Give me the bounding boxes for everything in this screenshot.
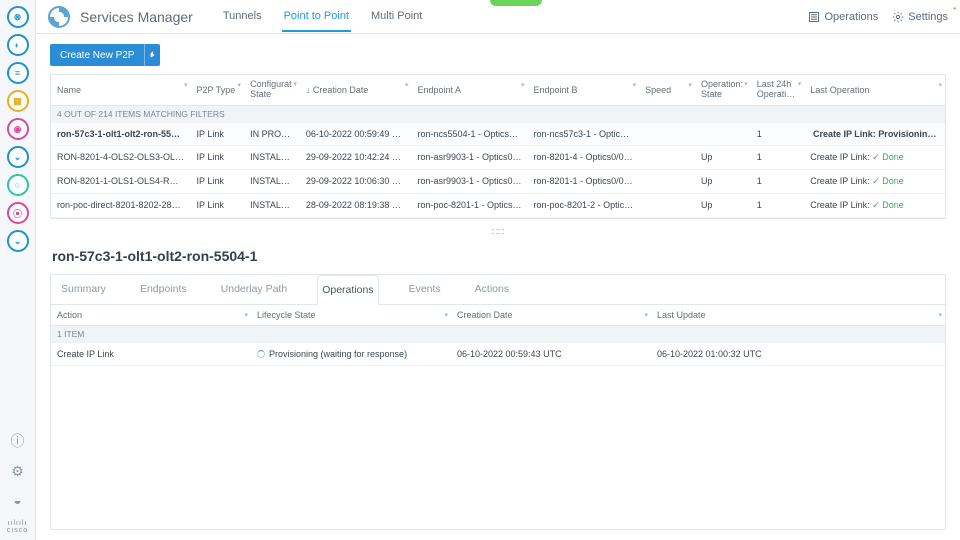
gear-icon bbox=[892, 11, 904, 23]
top-tabs: Tunnels Point to Point Multi Point bbox=[221, 2, 425, 32]
left-rail: ⊗ ◐ ≡ ▦ ◉ ⌄ ○ ⦿ ⌄ ⓘ ⚙ ◒ ıılıılıcısco bbox=[0, 0, 36, 540]
subtab-endpoints[interactable]: Endpoints bbox=[136, 275, 191, 304]
nav-icon-1[interactable]: ⊗ bbox=[7, 6, 29, 28]
nav-icon-7[interactable]: ○ bbox=[7, 174, 29, 196]
ops-col-life[interactable]: Lifecycle State▾ bbox=[251, 305, 451, 326]
nav-icon-4[interactable]: ▦ bbox=[7, 90, 29, 112]
detail-panel: Summary Endpoints Underlay Path Operatio… bbox=[50, 274, 946, 530]
col-ops[interactable]: Operation: State▾ bbox=[695, 75, 751, 105]
user-icon[interactable]: ◒ bbox=[13, 492, 21, 508]
col-lastop[interactable]: Last Operation▾ bbox=[804, 75, 945, 105]
col-name[interactable]: Name▾ bbox=[51, 75, 191, 105]
nav-icon-2[interactable]: ◐ bbox=[7, 34, 29, 56]
nav-icon-6[interactable]: ⌄ bbox=[7, 146, 29, 168]
corner-dot: • bbox=[953, 4, 956, 13]
create-p2p-label: Create New P2P bbox=[50, 50, 144, 61]
recording-indicator bbox=[490, 0, 542, 6]
create-p2p-button[interactable]: Create New P2P bbox=[50, 44, 160, 66]
subtab-operations[interactable]: Operations bbox=[317, 275, 378, 305]
tab-tunnels[interactable]: Tunnels bbox=[221, 2, 264, 32]
table-row[interactable]: RON-8201-1-OLS1-OLS4-RON-…IP LinkINSTALL… bbox=[51, 169, 945, 193]
ops-col-action[interactable]: Action▾ bbox=[51, 305, 251, 326]
table-row[interactable]: ron-poc-direct-8201-8202-2809…IP LinkINS… bbox=[51, 193, 945, 217]
nav-icon-5[interactable]: ◉ bbox=[7, 118, 29, 140]
tab-multipoint[interactable]: Multi Point bbox=[369, 2, 424, 32]
operations-table: Action▾ Lifecycle State▾ Creation Date▾ … bbox=[51, 305, 945, 366]
detail-tabs: Summary Endpoints Underlay Path Operatio… bbox=[51, 275, 945, 305]
app-title: Services Manager bbox=[80, 9, 193, 25]
col-date[interactable]: ↓ Creation Date▾ bbox=[300, 75, 412, 105]
operations-link[interactable]: Operations bbox=[808, 11, 878, 23]
grid-filter-row: 4 OUT OF 214 ITEMS MATCHING FILTERS bbox=[51, 105, 945, 122]
settings-link[interactable]: Settings bbox=[892, 11, 948, 23]
ops-col-lupd[interactable]: Last Update▾ bbox=[651, 305, 945, 326]
splitter[interactable]: ∷∷ bbox=[50, 227, 946, 238]
table-row[interactable]: ron-57c3-1-olt1-olt2-ron-5504-1IP LinkIN… bbox=[51, 122, 945, 145]
col-type[interactable]: P2P Type▾ bbox=[191, 75, 245, 105]
info-icon[interactable]: ⓘ bbox=[11, 431, 25, 451]
settings-icon[interactable]: ⚙ bbox=[11, 463, 24, 480]
services-table: Name▾ P2P Type▾ Configurat State▾ ↓ Crea… bbox=[51, 75, 945, 218]
app-icon bbox=[48, 6, 70, 28]
operations-label: Operations bbox=[824, 11, 878, 23]
col-epb[interactable]: Endpoint B▾ bbox=[528, 75, 640, 105]
create-p2p-dropdown[interactable] bbox=[144, 44, 160, 66]
col-24h[interactable]: Last 24h Operations▾ bbox=[751, 75, 805, 105]
operations-icon bbox=[808, 11, 820, 23]
subtab-underlay[interactable]: Underlay Path bbox=[217, 275, 292, 304]
ops-col-cdate[interactable]: Creation Date▾ bbox=[451, 305, 651, 326]
chevron-down-icon: ▾ bbox=[184, 81, 188, 89]
filter-caption: 4 OUT OF 214 ITEMS MATCHING FILTERS bbox=[51, 105, 945, 122]
subtab-summary[interactable]: Summary bbox=[57, 275, 110, 304]
subtab-events[interactable]: Events bbox=[405, 275, 445, 304]
detail-title: ron-57c3-1-olt1-olt2-ron-5504-1 bbox=[50, 246, 946, 266]
table-row[interactable]: Create IP LinkProvisioning (waiting for … bbox=[51, 342, 945, 365]
settings-label: Settings bbox=[908, 11, 948, 23]
ops-filter-row: 1 ITEM bbox=[51, 325, 945, 342]
spinner-icon bbox=[257, 350, 265, 358]
nav-icon-8[interactable]: ⦿ bbox=[7, 202, 29, 224]
tab-p2p[interactable]: Point to Point bbox=[282, 2, 351, 32]
col-epa[interactable]: Endpoint A▾ bbox=[411, 75, 527, 105]
nav-icon-3[interactable]: ≡ bbox=[7, 62, 29, 84]
services-grid: Name▾ P2P Type▾ Configurat State▾ ↓ Crea… bbox=[50, 74, 946, 219]
cisco-logo: ıılıılıcısco bbox=[7, 520, 28, 534]
col-conf[interactable]: Configurat State▾ bbox=[244, 75, 300, 105]
col-speed[interactable]: Speed▾ bbox=[639, 75, 695, 105]
nav-icon-9[interactable]: ⌄ bbox=[7, 230, 29, 252]
table-row[interactable]: RON-8201-4-OLS2-OLS3-OLS4-…IP LinkINSTAL… bbox=[51, 145, 945, 169]
grid-header-row: Name▾ P2P Type▾ Configurat State▾ ↓ Crea… bbox=[51, 75, 945, 105]
subtab-actions[interactable]: Actions bbox=[471, 275, 513, 304]
